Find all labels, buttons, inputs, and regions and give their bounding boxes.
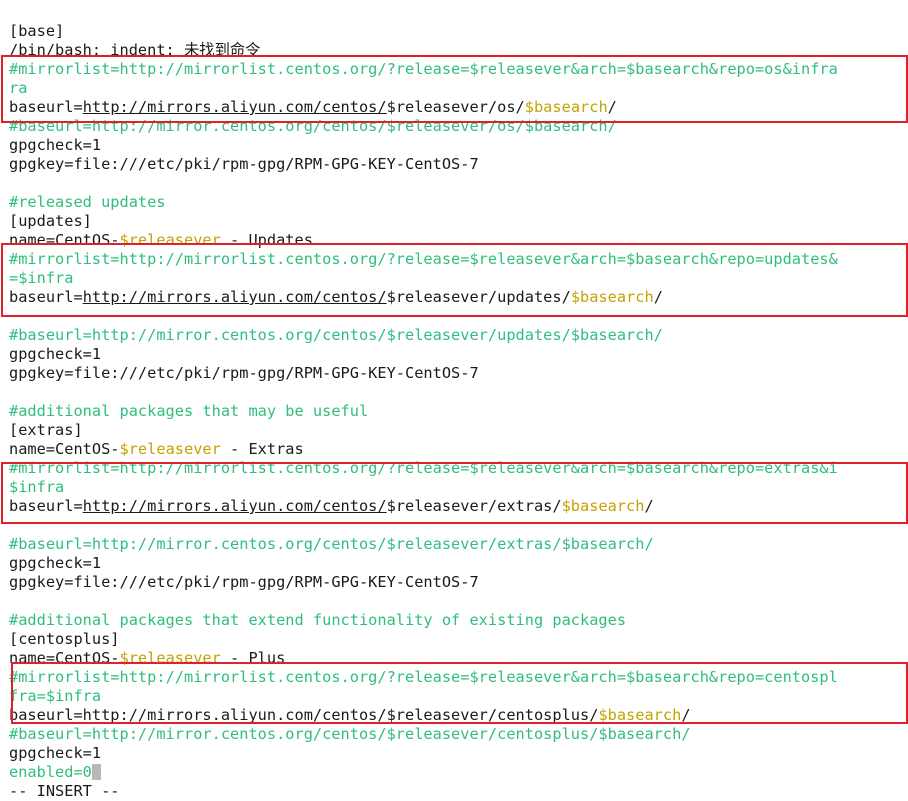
line-segment: $releasever: [119, 649, 221, 667]
line-segment: $basearch: [561, 497, 645, 515]
text-cursor: [91, 764, 101, 780]
terminal-editor[interactable]: [base]/bin/bash: indent: 未找到命令 #mirrorlis…: [0, 0, 908, 801]
line-segment: http://mirrors.aliyun.com/centos/: [82, 497, 387, 515]
terminal-line: gpgkey=file:///etc/pki/rpm-gpg/RPM-GPG-K…: [9, 573, 479, 592]
line-segment: gpgkey=file:///etc/pki/rpm-gpg/RPM-GPG-K…: [9, 364, 479, 382]
terminal-line: gpgkey=file:///etc/pki/rpm-gpg/RPM-GPG-K…: [9, 155, 479, 174]
line-segment: #mirrorlist=http://mirrorlist.centos.org…: [9, 668, 838, 686]
line-segment: baseurl=: [9, 288, 83, 306]
line-segment: #baseurl=http://mirror.centos.org/centos…: [9, 117, 617, 135]
terminal-line: #released updates: [9, 193, 166, 212]
terminal-line: fra=$infra: [9, 687, 101, 706]
line-segment: /: [607, 98, 617, 116]
terminal-line: [extras]: [9, 421, 83, 440]
line-segment: gpgcheck=1: [9, 554, 102, 572]
line-segment: http://mirrors.aliyun.com/centos/: [82, 288, 387, 306]
terminal-line: [updates]: [9, 212, 92, 231]
terminal-line: baseurl=http://mirrors.aliyun.com/centos…: [9, 497, 654, 516]
line-segment: #mirrorlist=http://mirrorlist.centos.org…: [9, 250, 838, 268]
line-segment: $releasever/updates/: [386, 288, 571, 306]
line-segment: $releasever/extras/: [386, 497, 562, 515]
terminal-line: [centosplus]: [9, 630, 120, 649]
line-segment: gpgcheck=1: [9, 345, 102, 363]
line-segment: gpgcheck=1: [9, 136, 102, 154]
terminal-line: #mirrorlist=http://mirrorlist.centos.org…: [9, 60, 838, 79]
line-segment: #additional packages that extend functio…: [9, 611, 627, 629]
line-segment: - Plus: [220, 649, 286, 667]
line-segment: baseurl=http://mirrors.aliyun.com/centos…: [9, 706, 599, 724]
line-segment: baseurl=: [9, 98, 83, 116]
terminal-line: #additional packages that extend functio…: [9, 611, 626, 630]
terminal-line: $infra: [9, 478, 64, 497]
line-segment: -- INSERT --: [9, 782, 120, 800]
line-segment: $releasever/os/: [386, 98, 525, 116]
terminal-line: enabled=0: [9, 763, 101, 782]
line-segment: gpgkey=file:///etc/pki/rpm-gpg/RPM-GPG-K…: [9, 573, 479, 591]
line-segment: /: [653, 288, 663, 306]
terminal-line: #baseurl=http://mirror.centos.org/centos…: [9, 117, 617, 136]
line-segment: [centosplus]: [9, 630, 120, 648]
terminal-line: #baseurl=http://mirror.centos.org/centos…: [9, 535, 654, 554]
terminal-line: -- INSERT --: [9, 782, 120, 801]
line-segment: [extras]: [9, 421, 83, 439]
line-segment: $basearch: [598, 706, 682, 724]
line-segment: name=CentOS-: [9, 649, 120, 667]
line-segment: #mirrorlist=http://mirrorlist.centos.org…: [9, 459, 838, 477]
line-segment: [updates]: [9, 212, 92, 230]
terminal-line: gpgcheck=1: [9, 345, 101, 364]
terminal-line: =$infra: [9, 269, 73, 288]
line-segment: $basearch: [524, 98, 608, 116]
terminal-line: #baseurl=http://mirror.centos.org/centos…: [9, 326, 663, 345]
line-segment: #additional packages that may be useful: [9, 402, 369, 420]
line-segment: gpgcheck=1: [9, 744, 102, 762]
line-segment: ra: [9, 79, 28, 97]
line-segment: enabled=0: [9, 763, 92, 781]
line-segment: #baseurl=http://mirror.centos.org/centos…: [9, 535, 654, 553]
line-segment: - Extras: [220, 440, 304, 458]
terminal-line: /bin/bash: indent: 未找到命令: [9, 41, 260, 60]
terminal-line: baseurl=http://mirrors.aliyun.com/centos…: [9, 98, 617, 117]
line-segment: $infra: [9, 478, 65, 496]
line-segment: $releasever: [119, 440, 221, 458]
terminal-line: #additional packages that may be useful: [9, 402, 368, 421]
terminal-line: name=CentOS-$releasever - Extras: [9, 440, 304, 459]
line-segment: #mirrorlist=http://mirrorlist.centos.org…: [9, 60, 838, 78]
line-segment: name=CentOS-: [9, 440, 120, 458]
terminal-line: baseurl=http://mirrors.aliyun.com/centos…: [9, 288, 663, 307]
terminal-line: gpgcheck=1: [9, 136, 101, 155]
terminal-line: gpgcheck=1: [9, 744, 101, 763]
line-segment: =$infra: [9, 269, 74, 287]
line-segment: /: [644, 497, 654, 515]
line-segment: gpgkey=file:///etc/pki/rpm-gpg/RPM-GPG-K…: [9, 155, 479, 173]
line-segment: #baseurl=http://mirror.centos.org/centos…: [9, 725, 691, 743]
terminal-line: ra: [9, 79, 27, 98]
terminal-line: #baseurl=http://mirror.centos.org/centos…: [9, 725, 691, 744]
terminal-line: #mirrorlist=http://mirrorlist.centos.org…: [9, 459, 838, 478]
line-segment: http://mirrors.aliyun.com/centos/: [82, 98, 387, 116]
line-segment: /bin/bash: indent: 未找到命令: [9, 41, 261, 59]
terminal-line: name=CentOS-$releasever - Plus: [9, 649, 285, 668]
line-segment: /: [681, 706, 691, 724]
line-segment: baseurl=: [9, 497, 83, 515]
line-segment: $basearch: [570, 288, 654, 306]
line-segment: #baseurl=http://mirror.centos.org/centos…: [9, 326, 663, 344]
line-segment: fra=$infra: [9, 687, 102, 705]
terminal-line: name=CentOS-$releasever - Updates: [9, 231, 313, 250]
line-segment: name=CentOS-: [9, 231, 120, 249]
line-segment: - Updates: [220, 231, 313, 249]
terminal-line: baseurl=http://mirrors.aliyun.com/centos…: [9, 706, 691, 725]
terminal-line: gpgcheck=1: [9, 554, 101, 573]
line-segment: $releasever: [119, 231, 221, 249]
line-segment: [base]: [9, 22, 65, 40]
terminal-line: #mirrorlist=http://mirrorlist.centos.org…: [9, 250, 838, 269]
terminal-line: gpgkey=file:///etc/pki/rpm-gpg/RPM-GPG-K…: [9, 364, 479, 383]
terminal-line: #mirrorlist=http://mirrorlist.centos.org…: [9, 668, 838, 687]
terminal-line: [base]: [9, 22, 64, 41]
line-segment: #released updates: [9, 193, 166, 211]
